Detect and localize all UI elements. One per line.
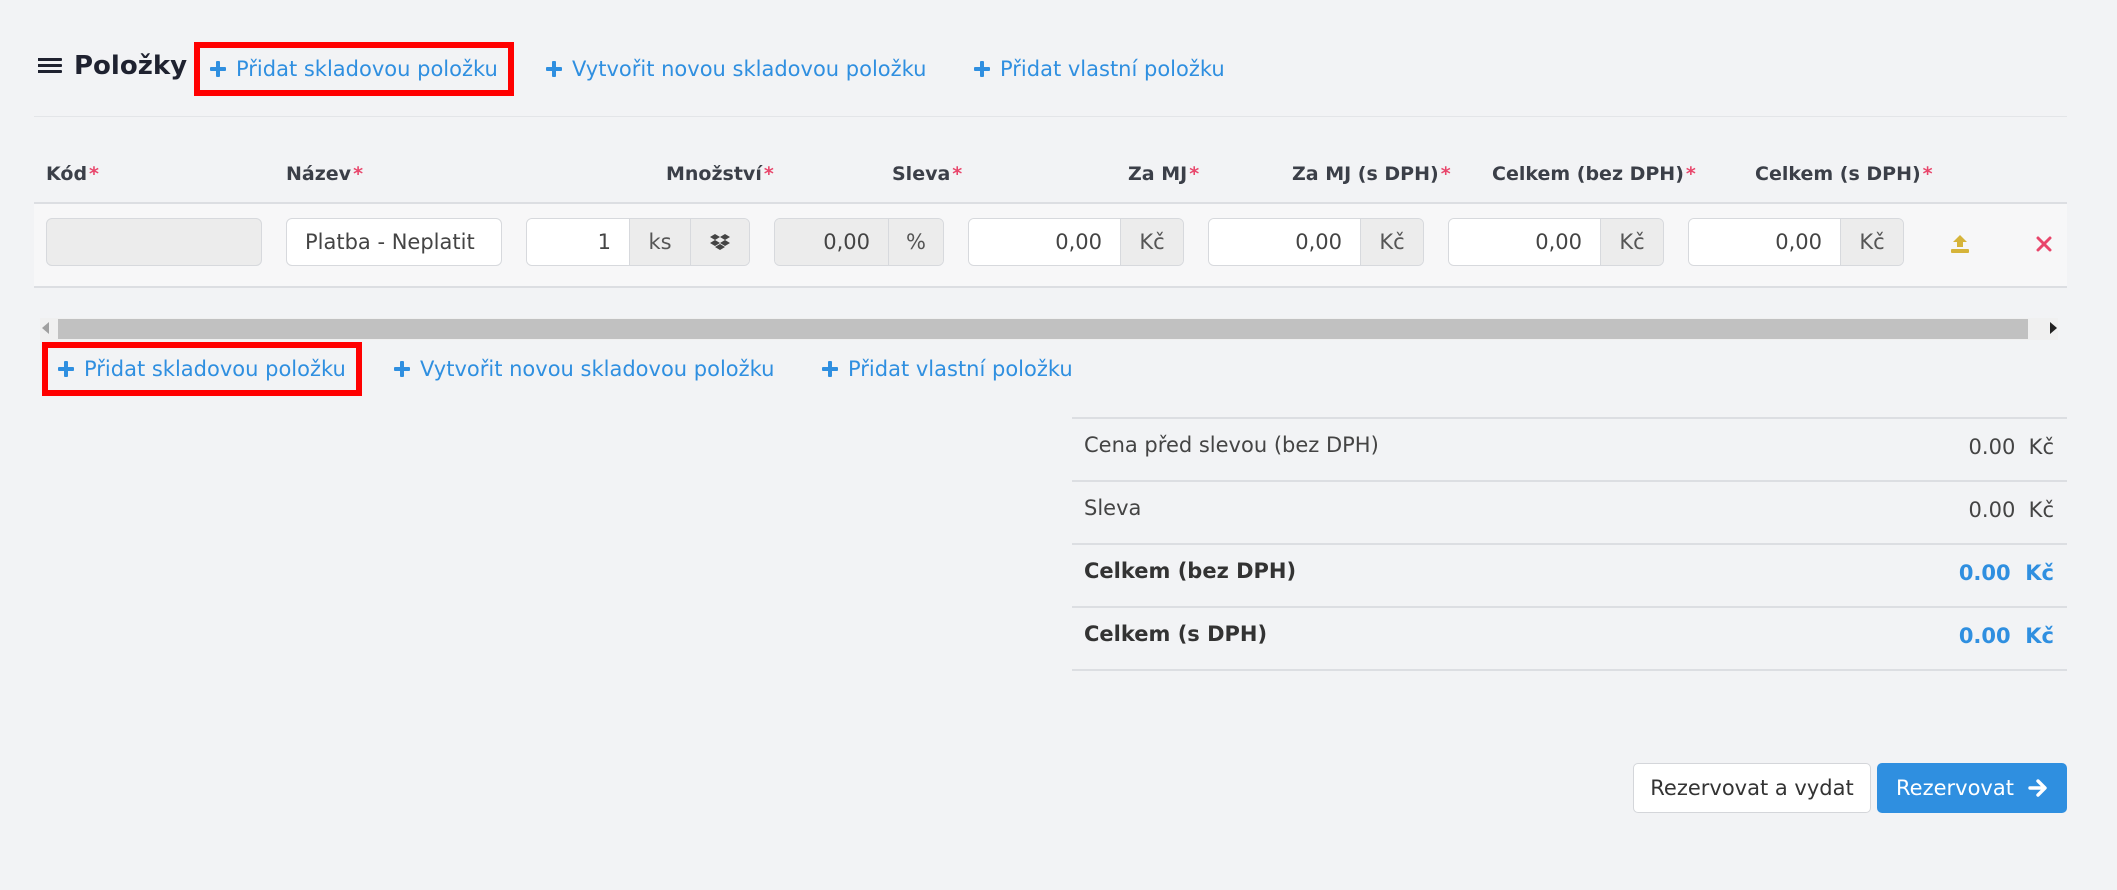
section-title: Položky (38, 46, 187, 86)
column-header-total-incl-vat: Celkem (s DPH) * (1755, 163, 1933, 185)
plus-icon (974, 61, 990, 77)
create-stock-item-label: Vytvořit novou skladovou položku (420, 357, 775, 381)
list-icon (38, 57, 62, 75)
unit-price-currency: Kč (1120, 219, 1183, 265)
summary-total-excl-vat-label: Celkem (bez DPH) (1084, 559, 1297, 583)
summary-price-before-discount-value: 0.00 Kč (1968, 435, 2054, 459)
plus-icon (58, 361, 74, 377)
reserve-button[interactable]: Rezervovat (1877, 763, 2067, 813)
add-stock-item-link-top[interactable]: Přidat skladovou položku (194, 42, 514, 96)
discount-field-group: 0,00 % (774, 218, 944, 266)
column-header-discount: Sleva * (892, 163, 963, 185)
stock-dropbox-button[interactable] (690, 219, 749, 265)
unit-price-vat-currency: Kč (1360, 219, 1423, 265)
plus-icon (546, 61, 562, 77)
name-field[interactable]: Platba - Neplatit (286, 218, 502, 266)
summary-price-before-discount-label: Cena před slevou (bez DPH) (1084, 433, 1379, 457)
summary-divider (1072, 417, 2067, 419)
add-custom-item-link-top[interactable]: Přidat vlastní položku (974, 48, 1225, 90)
quantity-field-group: 1 ks (526, 218, 750, 266)
create-stock-item-label: Vytvořit novou skladovou položku (572, 57, 927, 81)
add-stock-item-link-bottom[interactable]: Přidat skladovou položku (42, 342, 362, 396)
summary-total-excl-vat-value: 0.00 Kč (1958, 561, 2054, 585)
column-header-unit-price: Za MJ * (1128, 163, 1200, 185)
column-header-code: Kód * (46, 163, 99, 185)
total-excl-vat-field-group: 0,00 Kč (1448, 218, 1664, 266)
summary-divider (1072, 669, 2067, 671)
summary-divider (1072, 606, 2067, 608)
reserve-button-label: Rezervovat (1896, 776, 2014, 800)
add-custom-item-link-bottom[interactable]: Přidat vlastní položku (822, 348, 1073, 390)
summary-total-incl-vat-label: Celkem (s DPH) (1084, 622, 1268, 646)
add-custom-item-label: Přidat vlastní položku (1000, 57, 1225, 81)
summary-discount-label: Sleva (1084, 496, 1142, 520)
total-incl-vat-field[interactable]: 0,00 (1689, 219, 1840, 265)
add-stock-item-label: Přidat skladovou položku (236, 57, 498, 81)
total-incl-vat-currency: Kč (1840, 219, 1903, 265)
unit-price-vat-field[interactable]: 0,00 (1209, 219, 1360, 265)
column-header-total-excl-vat: Celkem (bez DPH) * (1492, 163, 1696, 185)
code-field[interactable] (46, 218, 262, 266)
summary-divider (1072, 480, 2067, 482)
arrow-right-icon (2028, 779, 2047, 797)
section-title-label: Položky (74, 51, 188, 81)
plus-icon (210, 61, 226, 77)
remove-row-icon[interactable] (2036, 236, 2052, 252)
add-custom-item-label: Přidat vlastní položku (848, 357, 1073, 381)
column-header-name: Název * (286, 163, 363, 185)
scroll-right-arrow-icon[interactable] (2050, 322, 2057, 334)
create-stock-item-link-top[interactable]: Vytvořit novou skladovou položku (546, 48, 927, 90)
header-divider (34, 116, 2067, 117)
plus-icon (822, 361, 838, 377)
upload-icon[interactable] (1950, 234, 1970, 254)
plus-icon (394, 361, 410, 377)
scroll-left-arrow-icon[interactable] (42, 322, 49, 334)
summary-discount-value: 0.00 Kč (1968, 498, 2054, 522)
summary-divider (1072, 543, 2067, 545)
unit-price-field-group: 0,00 Kč (968, 218, 1184, 266)
discount-field[interactable]: 0,00 (775, 219, 888, 265)
scrollbar-thumb[interactable] (58, 319, 2028, 339)
unit-price-vat-field-group: 0,00 Kč (1208, 218, 1424, 266)
column-header-unit-price-vat: Za MJ (s DPH) * (1292, 163, 1451, 185)
column-header-quantity: Množství * (666, 163, 774, 185)
unit-price-field[interactable]: 0,00 (969, 219, 1120, 265)
discount-unit: % (888, 219, 943, 265)
summary-total-incl-vat-value: 0.00 Kč (1958, 624, 2054, 648)
dropbox-icon (710, 234, 730, 250)
quantity-unit: ks (629, 219, 690, 265)
total-excl-vat-currency: Kč (1600, 219, 1663, 265)
total-incl-vat-field-group: 0,00 Kč (1688, 218, 1904, 266)
reserve-and-issue-button[interactable]: Rezervovat a vydat (1633, 763, 1871, 813)
add-stock-item-label: Přidat skladovou položku (84, 357, 346, 381)
create-stock-item-link-bottom[interactable]: Vytvořit novou skladovou položku (394, 348, 775, 390)
total-excl-vat-field[interactable]: 0,00 (1449, 219, 1600, 265)
quantity-field[interactable]: 1 (527, 219, 629, 265)
